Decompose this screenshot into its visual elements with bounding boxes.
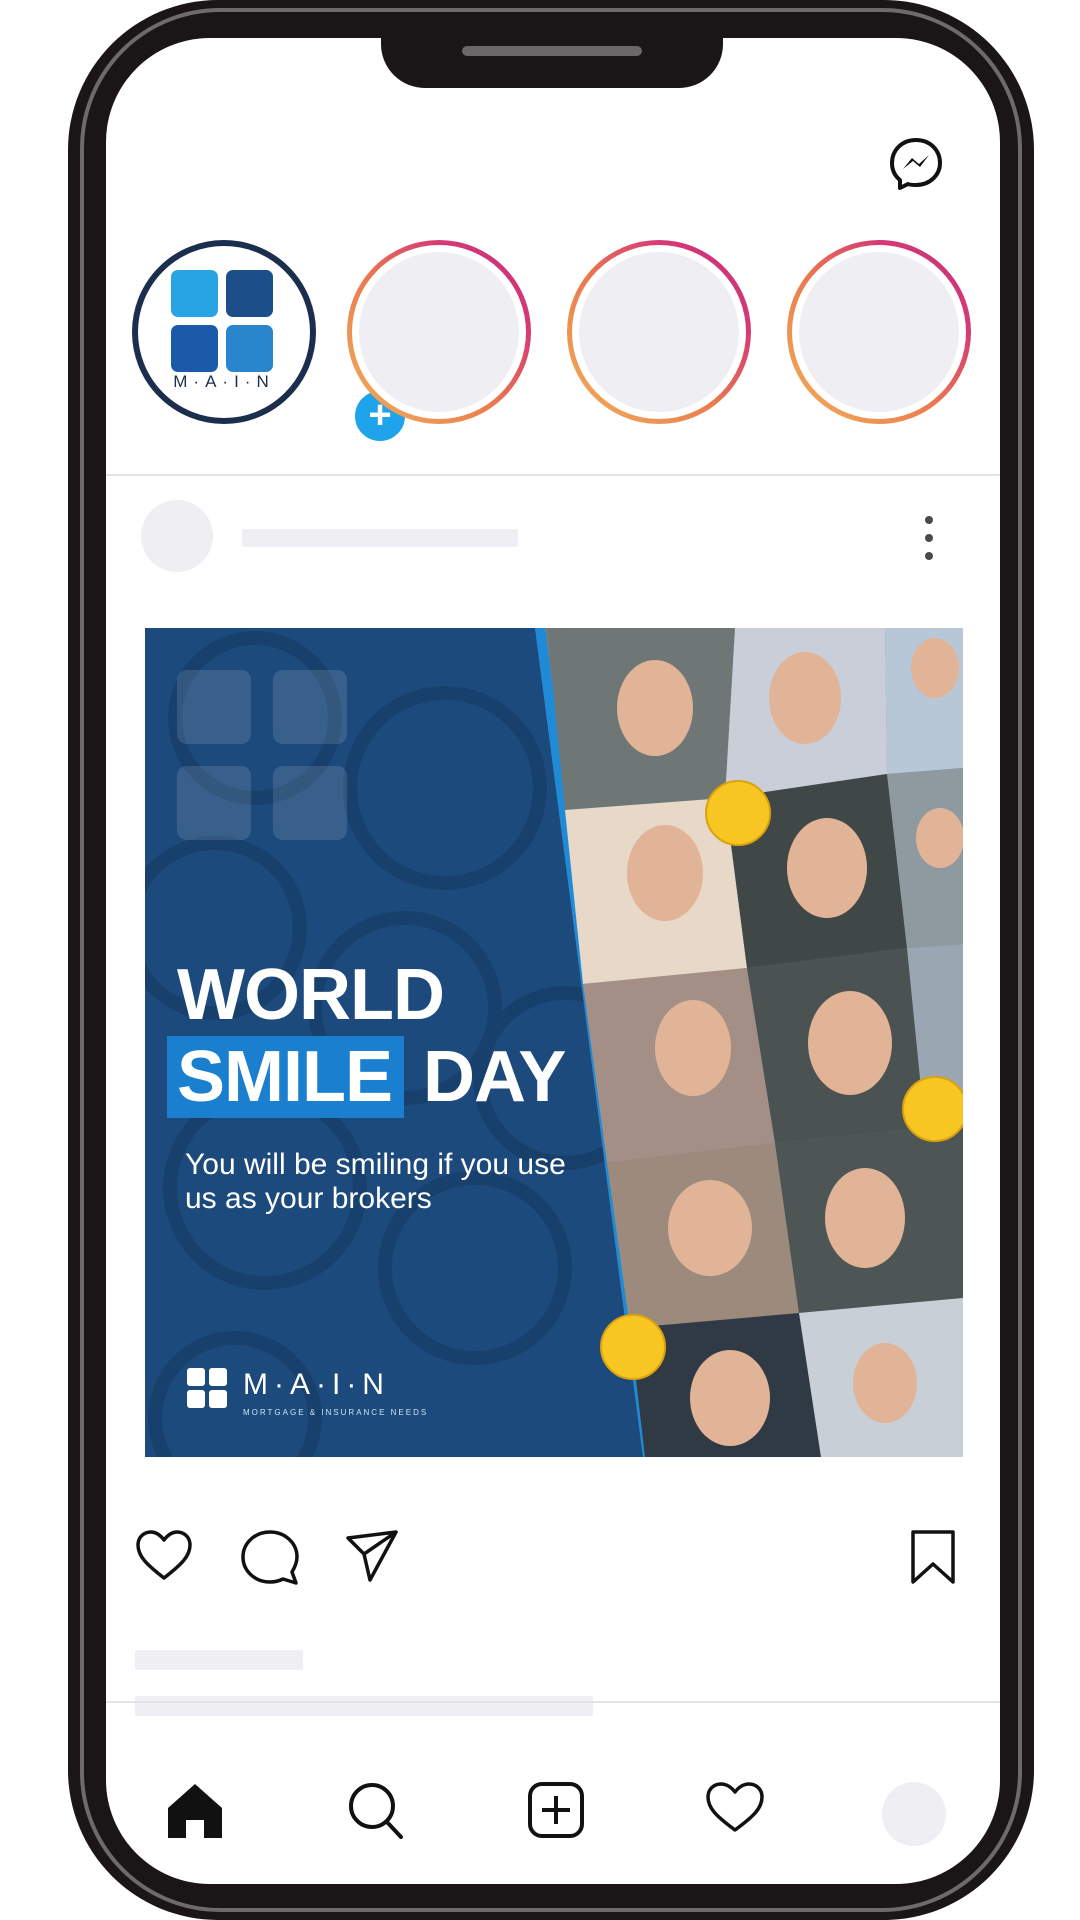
headline-line-2-rest: DAY — [423, 1037, 566, 1117]
heart-icon[interactable] — [134, 1528, 194, 1584]
profile-avatar[interactable] — [882, 1782, 946, 1846]
home-icon[interactable] — [164, 1780, 226, 1842]
phone-speaker — [462, 46, 642, 56]
likes-placeholder — [135, 1650, 303, 1670]
relieved-smile-emoji — [705, 780, 771, 846]
post-headline: WORLD SMILE DAY — [167, 954, 566, 1118]
messenger-icon[interactable] — [888, 136, 944, 192]
send-icon[interactable] — [344, 1528, 400, 1584]
caption-placeholder — [135, 1696, 593, 1716]
post-subheadline: You will be smiling if you use us as you… — [185, 1148, 566, 1215]
headline-highlight: SMILE — [167, 1036, 405, 1118]
main-brand-icon — [187, 1368, 227, 1408]
story-logo-text: M·A·I·N — [173, 372, 275, 391]
brand-name: M·A·I·N — [243, 1368, 390, 1401]
activity-heart-icon[interactable] — [704, 1780, 766, 1836]
main-logo-icon — [171, 270, 275, 374]
comment-icon[interactable] — [240, 1528, 300, 1588]
post-image[interactable]: WORLD SMILE DAY You will be smiling if y… — [145, 628, 963, 1457]
headline-line-2: SMILE DAY — [167, 1036, 566, 1118]
brand-tagline: MORTGAGE & INSURANCE NEEDS — [243, 1408, 429, 1417]
story-placeholder[interactable] — [347, 240, 531, 424]
grinning-emoji — [902, 1076, 963, 1142]
smiling-emoji — [600, 1314, 666, 1380]
search-icon[interactable] — [346, 1780, 406, 1842]
divider — [106, 474, 1000, 476]
more-options-icon[interactable] — [924, 516, 934, 560]
story-own-main[interactable]: M·A·I·N — [132, 240, 316, 424]
phone-notch — [381, 30, 723, 88]
new-post-icon[interactable] — [526, 1780, 586, 1840]
bookmark-icon[interactable] — [909, 1528, 957, 1586]
story-placeholder[interactable] — [787, 240, 971, 424]
post-author-name-placeholder[interactable] — [242, 529, 518, 547]
headline-line-1: WORLD — [177, 955, 445, 1035]
phone-screen: M·A·I·N + WORLD SMILE DAY You will be sm… — [106, 38, 1000, 1884]
story-placeholder[interactable] — [567, 240, 751, 424]
divider — [106, 1701, 1000, 1703]
post-author-avatar[interactable] — [141, 500, 213, 572]
